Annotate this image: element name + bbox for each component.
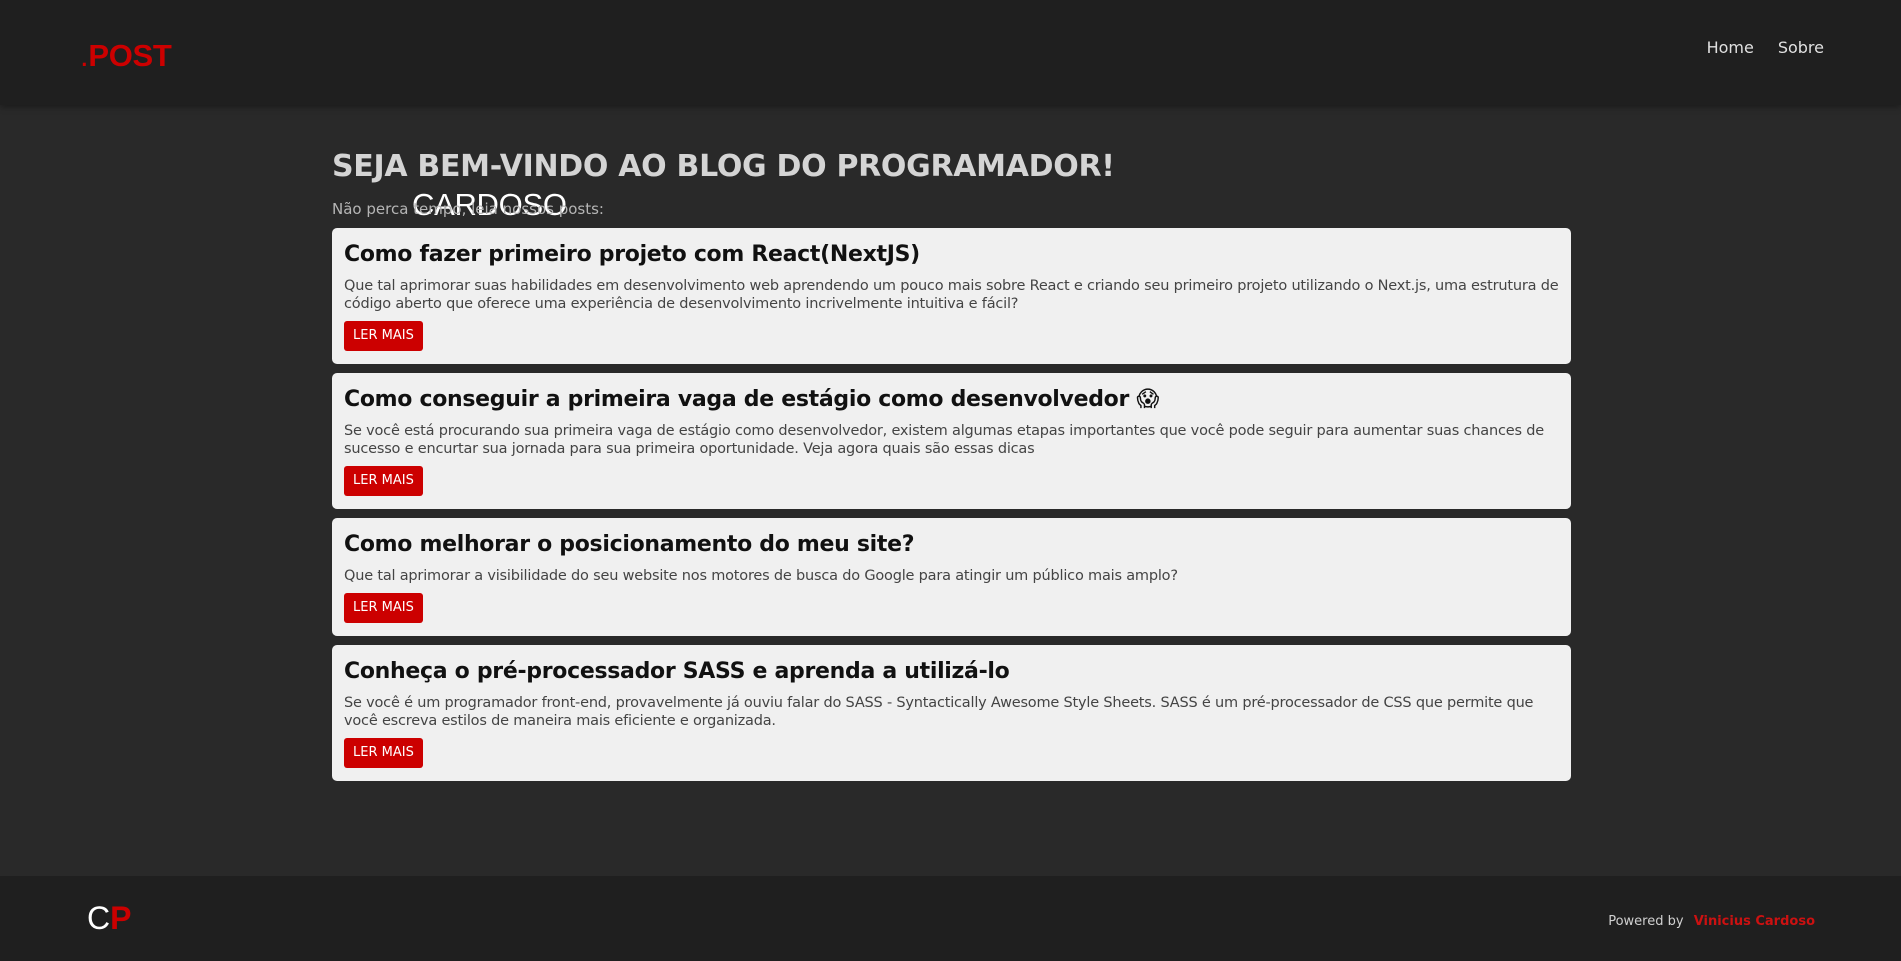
- footer-logo-c: C: [87, 900, 111, 936]
- powered-by: Powered by Vinicius Cardoso: [1608, 914, 1815, 929]
- main-nav: Home Sobre: [1707, 38, 1824, 57]
- post-card: Como conseguir a primeira vaga de estági…: [332, 373, 1571, 509]
- nav-link-home[interactable]: Home: [1707, 38, 1754, 57]
- nav-link-sobre[interactable]: Sobre: [1778, 38, 1824, 57]
- powered-by-label: Powered by: [1608, 914, 1684, 929]
- post-description: Que tal aprimorar a visibilidade do seu …: [344, 568, 1178, 584]
- footer-logo-p: P: [110, 900, 132, 936]
- post-title[interactable]: Conheça o pré-processador SASS e aprenda…: [344, 658, 1559, 686]
- post-card: Como fazer primeiro projeto com React(Ne…: [332, 228, 1571, 364]
- main-content: SEJA BEM-VINDO AO BLOG DO PROGRAMADOR! N…: [332, 149, 1571, 790]
- read-more-button[interactable]: LER MAIS: [344, 593, 423, 623]
- read-more-button[interactable]: LER MAIS: [344, 321, 423, 351]
- read-more-button[interactable]: LER MAIS: [344, 738, 423, 768]
- post-description: Que tal aprimorar suas habilidades em de…: [344, 278, 1559, 312]
- post-description: Se você está procurando sua primeira vag…: [344, 423, 1544, 457]
- site-header: . CARDOSO POST Home Sobre: [0, 0, 1901, 222]
- site-footer: CP Powered by Vinicius Cardoso: [0, 876, 1901, 961]
- post-description: Se você é um programador front-end, prov…: [344, 695, 1534, 729]
- footer-logo[interactable]: CP: [87, 900, 131, 937]
- post-title[interactable]: Como fazer primeiro projeto com React(Ne…: [344, 241, 1559, 269]
- page-subtitle: Não perca tempo, leia nossos posts:: [332, 200, 604, 218]
- post-title[interactable]: Como conseguir a primeira vaga de estági…: [344, 386, 1559, 414]
- post-title[interactable]: Como melhorar o posicionamento do meu si…: [344, 531, 1559, 559]
- post-card: Conheça o pré-processador SASS e aprenda…: [332, 645, 1571, 781]
- site-logo[interactable]: . CARDOSO POST: [80, 38, 567, 222]
- author-link[interactable]: Vinicius Cardoso: [1694, 914, 1815, 929]
- read-more-button[interactable]: LER MAIS: [344, 466, 423, 496]
- post-card: Como melhorar o posicionamento do meu si…: [332, 518, 1571, 636]
- page-title: SEJA BEM-VINDO AO BLOG DO PROGRAMADOR!: [332, 149, 1115, 184]
- post-list: Como fazer primeiro projeto com React(Ne…: [332, 228, 1571, 781]
- logo-text-accent: POST: [88, 38, 172, 73]
